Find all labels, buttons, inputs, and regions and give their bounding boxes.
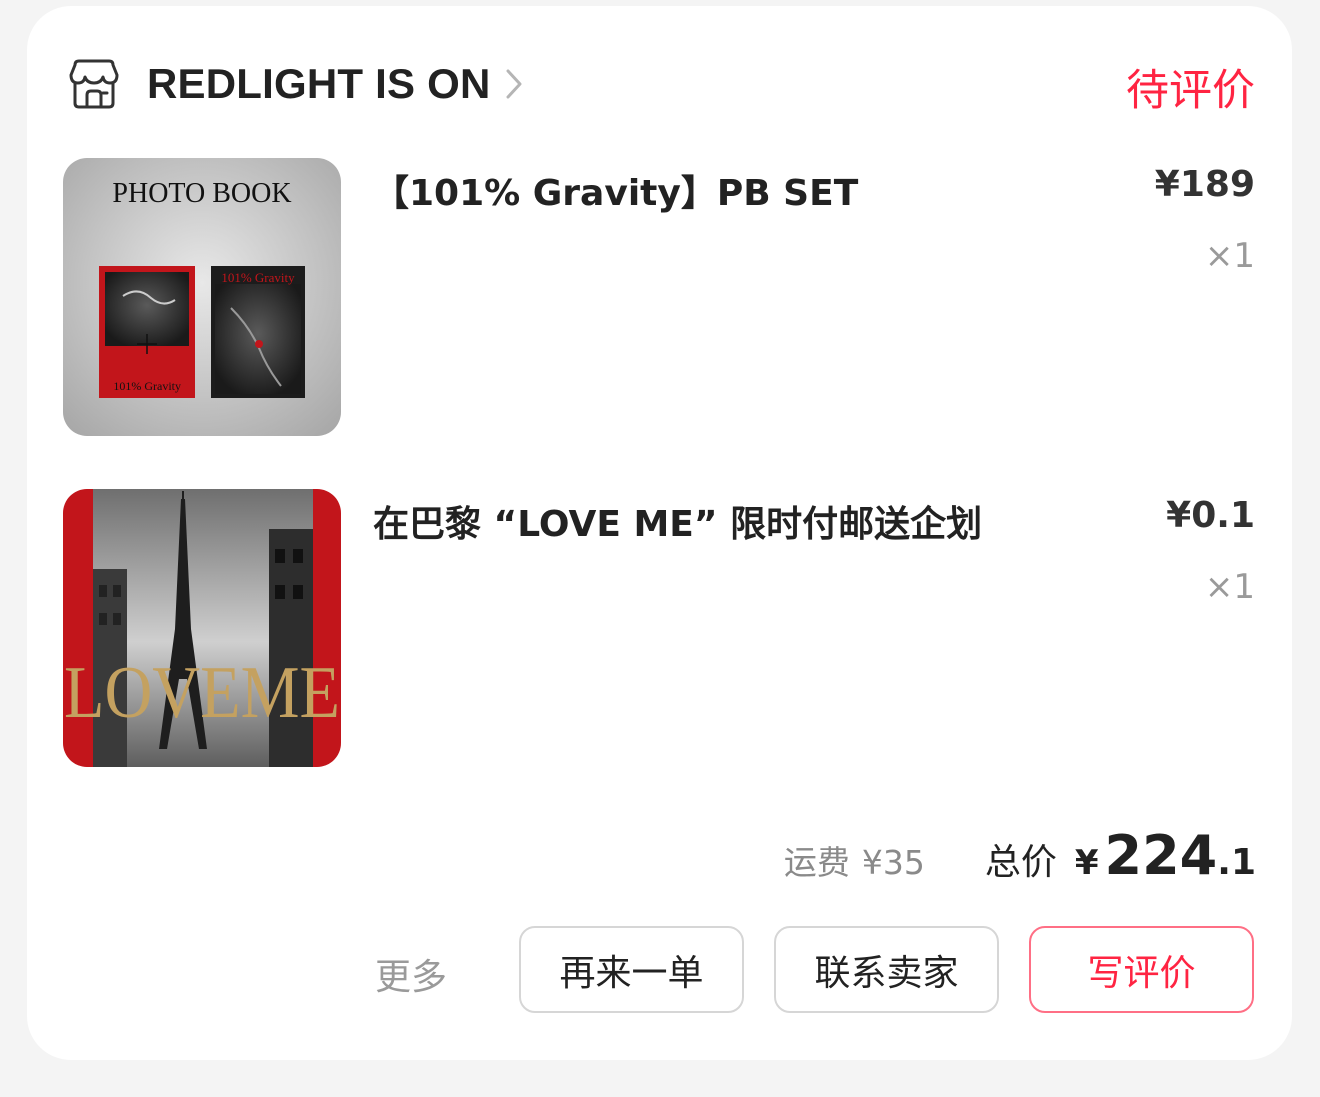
photobook-heading: PHOTO BOOK xyxy=(112,178,291,209)
item-price: ¥0.1 xyxy=(1166,495,1255,536)
shipping-value: ¥35 xyxy=(861,843,925,882)
order-card: REDLIGHT IS ON 待评价 PHOTO BOOK 101% Gravi… xyxy=(27,6,1292,1060)
order-totals: 运费 ¥35 总价 ¥ 224 .1 xyxy=(784,824,1256,887)
shop-header[interactable]: REDLIGHT IS ON xyxy=(67,54,524,114)
paris-poster-image: LOVEME xyxy=(63,489,341,767)
total-integer: 224 xyxy=(1104,824,1218,887)
item-quantity: ×1 xyxy=(1204,567,1255,607)
order-item[interactable]: PHOTO BOOK 101% Gravity 101% Gravity 【10… xyxy=(63,158,1255,438)
shop-name[interactable]: REDLIGHT IS ON xyxy=(147,60,490,108)
contact-seller-button[interactable]: 联系卖家 xyxy=(774,926,999,1013)
product-thumbnail[interactable]: PHOTO BOOK 101% Gravity 101% Gravity xyxy=(63,158,341,436)
item-quantity: ×1 xyxy=(1204,236,1255,276)
total-label: 总价 xyxy=(984,842,1057,883)
poster-overlay-text: LOVEME xyxy=(64,652,340,734)
shipping-label: 运费 xyxy=(783,843,850,882)
item-title[interactable]: 【101% Gravity】PB SET xyxy=(373,164,858,216)
item-price: ¥189 xyxy=(1154,164,1255,205)
cover-left-text: 101% Gravity xyxy=(113,379,181,393)
write-review-button[interactable]: 写评价 xyxy=(1029,926,1254,1013)
order-item[interactable]: LOVEME 在巴黎 “LOVE ME” 限时付邮送企划 ¥0.1 ×1 xyxy=(63,489,1255,769)
product-thumbnail[interactable]: LOVEME xyxy=(63,489,341,767)
total-decimal: .1 xyxy=(1217,842,1256,883)
item-title[interactable]: 在巴黎 “LOVE ME” 限时付邮送企划 xyxy=(373,495,982,547)
store-icon xyxy=(69,59,119,109)
order-status: 待评价 xyxy=(1126,66,1255,116)
reorder-button[interactable]: 再来一单 xyxy=(519,926,744,1013)
total-currency: ¥ xyxy=(1074,843,1099,883)
more-button[interactable]: 更多 xyxy=(375,948,447,1000)
photobook-image: PHOTO BOOK 101% Gravity 101% Gravity xyxy=(63,158,341,436)
order-actions: 更多 再来一单 联系卖家 写评价 xyxy=(27,926,1256,1016)
chevron-right-icon xyxy=(506,69,522,99)
cover-right-text: 101% Gravity xyxy=(221,270,295,285)
